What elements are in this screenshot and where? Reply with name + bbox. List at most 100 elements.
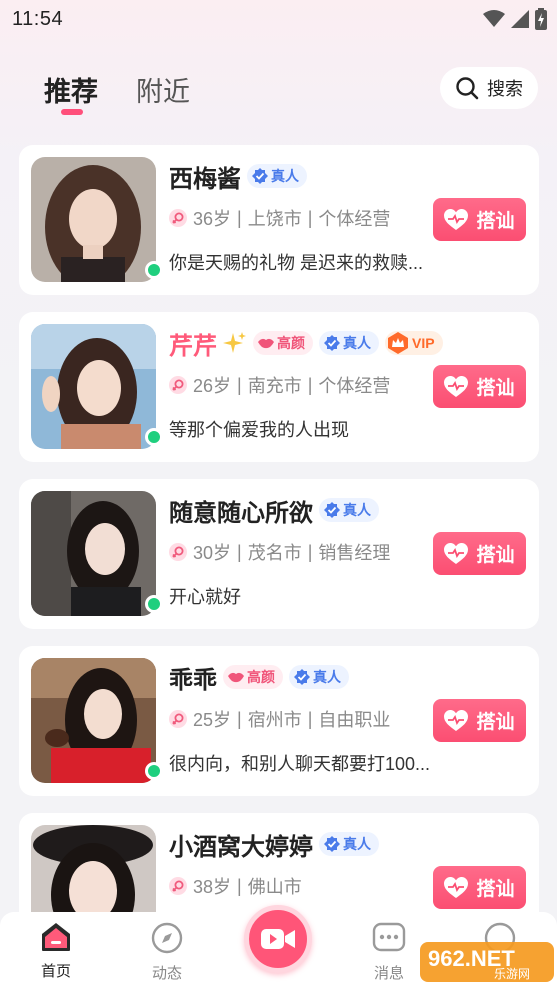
avatar[interactable]: [31, 324, 156, 449]
verified-check-icon: [252, 168, 268, 184]
beauty-badge: 高颜: [223, 665, 283, 689]
badge-label: 高颜: [277, 335, 305, 351]
wifi-icon: [483, 10, 505, 27]
online-indicator: [145, 595, 163, 613]
meta-row: 36岁 | 上饶市 | 个体经营: [169, 205, 390, 231]
chat-up-button[interactable]: 搭讪: [433, 866, 526, 909]
verified-check-icon: [324, 836, 340, 852]
chat-up-button[interactable]: 搭讪: [433, 532, 526, 575]
tab-active-indicator: [61, 109, 83, 115]
chat-up-label: 搭讪: [476, 378, 515, 399]
profile-name: 随意随心所欲: [169, 499, 313, 527]
profile-age: 26岁: [193, 376, 232, 396]
chat-up-label: 搭讪: [476, 545, 515, 566]
heart-pulse-icon: [444, 208, 469, 230]
vip-badge: VIP: [385, 331, 443, 355]
watermark-logo: 962.NET 乐游网: [420, 942, 554, 982]
profile-job: 个体经营: [318, 376, 391, 396]
search-label: 搜索: [487, 79, 523, 99]
meta-divider: |: [237, 875, 242, 896]
meta-row: 25岁 | 宿州市 | 自由职业: [169, 706, 390, 732]
profile-job: 销售经理: [318, 543, 391, 563]
badge-label: 真人: [343, 502, 371, 518]
profile-name: 乖乖: [169, 666, 217, 694]
profile-city: 佛山市: [247, 877, 302, 897]
heart-pulse-icon: [444, 876, 469, 898]
online-indicator: [145, 762, 163, 780]
profile-card[interactable]: 西梅酱 真人 36岁 | 上饶市 | 个体经营 你是天赐的礼物 是迟来的救赎..…: [19, 145, 539, 295]
lips-icon: [228, 672, 244, 683]
search-button[interactable]: 搜索: [440, 67, 538, 109]
verified-check-icon: [324, 502, 340, 518]
nav-messages-label: 消息: [373, 965, 404, 982]
gender-female-icon: [169, 710, 187, 728]
verified-badge: 真人: [319, 498, 379, 522]
badge-label: 高颜: [247, 669, 275, 685]
meta-divider: |: [237, 374, 242, 395]
meta-divider: |: [307, 374, 313, 395]
meta-row: 30岁 | 茂名市 | 销售经理: [169, 539, 390, 565]
profile-city: 上饶市: [247, 209, 302, 229]
verified-badge: 真人: [319, 832, 379, 856]
signal-icon: [511, 10, 529, 28]
meta-row: 38岁 | 佛山市: [169, 873, 302, 899]
profile-card[interactable]: 乖乖 高颜 真人 25岁 | 宿州市 | 自由职业 很内向，和别人聊天都要打10…: [19, 646, 539, 796]
status-icons: [483, 8, 547, 30]
meta-divider: |: [237, 541, 242, 562]
badge-label: 真人: [343, 836, 371, 852]
profile-name: 西梅酱: [169, 165, 241, 193]
badge-label: 真人: [313, 669, 341, 685]
profile-job: 个体经营: [318, 209, 391, 229]
nav-home-label: 首页: [40, 963, 71, 980]
verified-check-icon: [294, 669, 310, 685]
nav-messages[interactable]: 消息: [359, 922, 419, 983]
meta-divider: |: [307, 207, 313, 228]
gender-female-icon: [169, 209, 187, 227]
profile-card[interactable]: 随意随心所欲 真人 30岁 | 茂名市 | 销售经理 开心就好 搭讪: [19, 479, 539, 629]
avatar[interactable]: [31, 658, 156, 783]
profile-age: 25岁: [193, 710, 232, 730]
profile-age: 36岁: [193, 209, 232, 229]
search-icon: [456, 77, 479, 100]
battery-icon: [535, 8, 547, 30]
video-camera-icon: [261, 929, 295, 949]
badge-label: 真人: [271, 168, 299, 184]
profile-name: 芹芹: [169, 332, 217, 360]
profile-bio: 等那个偏爱我的人出现: [169, 420, 349, 440]
verified-badge: 真人: [319, 331, 379, 355]
chat-up-button[interactable]: 搭讪: [433, 699, 526, 742]
tab-recommend[interactable]: 推荐: [44, 70, 98, 115]
gender-female-icon: [169, 877, 187, 895]
status-bar: 11:54: [0, 0, 557, 40]
online-indicator: [145, 261, 163, 279]
name-row: 乖乖 高颜 真人: [169, 660, 349, 694]
profile-age: 38岁: [193, 877, 232, 897]
profile-city: 南充市: [247, 376, 302, 396]
verified-badge: 真人: [289, 665, 349, 689]
avatar[interactable]: [31, 157, 156, 282]
compass-icon: [151, 922, 183, 954]
meta-divider: |: [237, 708, 242, 729]
profile-card[interactable]: 芹芹 高颜 真人 VIP 26岁 | 南充市 | 个体经营 等那个偏爱我的人出现: [19, 312, 539, 462]
profile-bio: 开心就好: [169, 587, 241, 607]
heart-pulse-icon: [444, 542, 469, 564]
badge-label: 真人: [343, 335, 371, 351]
watermark-sub: 乐游网: [494, 967, 530, 981]
video-call-button[interactable]: [244, 905, 312, 973]
home-icon: [42, 923, 70, 951]
chat-up-button[interactable]: 搭讪: [433, 365, 526, 408]
nav-moments[interactable]: 动态: [137, 922, 197, 983]
tab-recommend-label: 推荐: [44, 77, 98, 107]
meta-divider: |: [307, 708, 313, 729]
gender-female-icon: [169, 376, 187, 394]
top-tabs: 推荐 附近: [44, 70, 190, 115]
avatar[interactable]: [31, 491, 156, 616]
meta-divider: |: [237, 207, 242, 228]
name-row: 西梅酱 真人: [169, 159, 307, 193]
nav-home[interactable]: 首页: [26, 922, 86, 981]
tab-nearby[interactable]: 附近: [136, 70, 190, 109]
profile-bio: 你是天赐的礼物 是迟来的救赎...: [169, 253, 424, 273]
chat-up-button[interactable]: 搭讪: [433, 198, 526, 241]
gender-female-icon: [169, 543, 187, 561]
beauty-badge: 高颜: [253, 331, 313, 355]
